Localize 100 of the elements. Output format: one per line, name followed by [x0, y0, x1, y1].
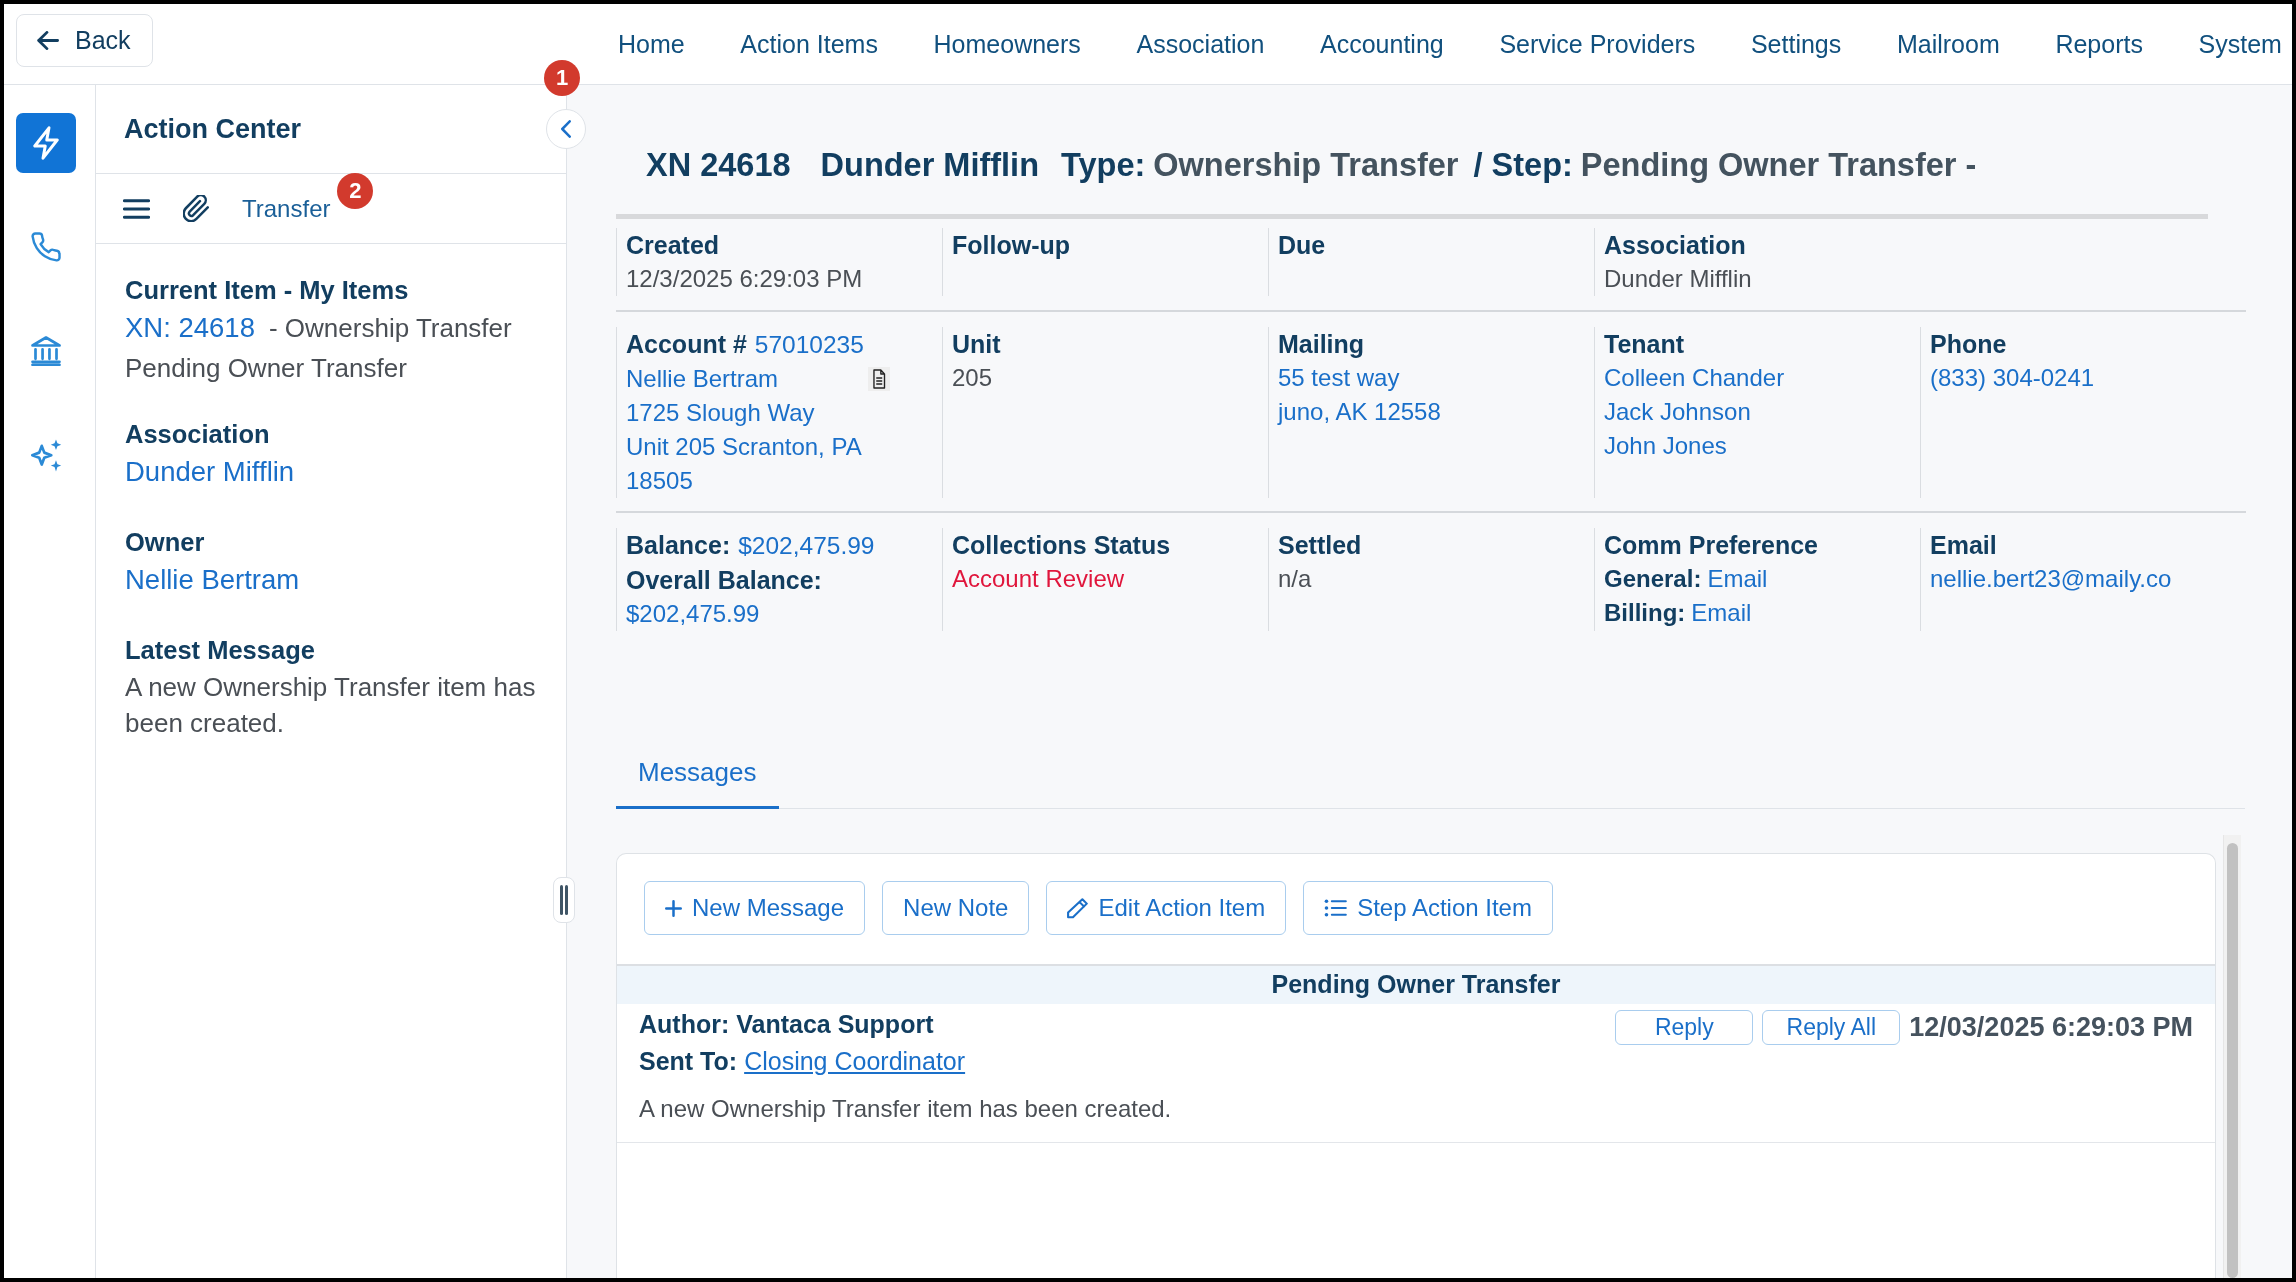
field-label: Email — [1930, 530, 1998, 561]
action-button[interactable]: New Message — [644, 881, 866, 935]
resize-handle[interactable] — [553, 877, 575, 923]
recipient-label: Sent To: — [639, 1047, 738, 1075]
field-label: Settled — [1278, 530, 1363, 561]
reply-button[interactable]: Reply All — [1762, 1009, 1901, 1045]
field-label: Created — [626, 230, 721, 261]
action-button[interactable]: New Note — [882, 881, 1030, 935]
item-number: XN 24618 — [646, 146, 791, 184]
menu-icon — [123, 198, 150, 219]
section-heading: Association — [125, 419, 271, 450]
field-link[interactable]: 18505 — [626, 464, 693, 498]
field-link[interactable]: Email — [1691, 596, 1752, 630]
field-label: Comm Preference — [1604, 530, 1819, 561]
field-label: Mailing — [1278, 329, 1366, 360]
field-link[interactable]: (833) 304-0241 — [1930, 361, 2095, 395]
field-link[interactable]: 1725 Slough Way — [626, 396, 815, 430]
paperclip-icon — [183, 195, 209, 222]
nav-link[interactable]: Homeowners — [933, 29, 1081, 59]
field-label: Unit — [952, 329, 1002, 360]
nav-link[interactable]: Mailroom — [1896, 29, 2000, 59]
field-link[interactable]: Jack Johnson — [1604, 395, 1751, 429]
field-link[interactable]: $202,475.99 — [626, 597, 760, 631]
nav-link[interactable]: Action Items — [740, 29, 878, 59]
field-label: Follow-up — [952, 230, 1072, 261]
back-button[interactable]: Back — [16, 14, 153, 67]
panel-title: Action Center — [124, 112, 302, 146]
status-text: Account Review — [952, 564, 1125, 594]
field-link[interactable]: 57010235 — [754, 331, 864, 358]
message-author: Author: Vantaca Support — [639, 1009, 935, 1040]
nav-link[interactable]: Service Providers — [1499, 29, 1696, 59]
section-heading: Current Item - My Items — [125, 275, 410, 306]
field-label: Collections Status — [952, 530, 1172, 561]
field-value: Dunder Mifflin — [1604, 264, 1752, 294]
section-heading: Latest Message — [125, 635, 316, 666]
field-value: 12/3/2025 6:29:03 PM — [626, 264, 863, 294]
list-icon — [1324, 899, 1348, 917]
section-text: A new Ownership Transfer item has been created. — [125, 671, 537, 740]
nav-link[interactable]: Reports — [2055, 29, 2143, 59]
field-label: General: — [1604, 564, 1702, 594]
field-link[interactable]: John Jones — [1604, 429, 1727, 463]
sidebar-nav-button[interactable] — [16, 113, 76, 173]
reply-button[interactable]: Reply — [1615, 1009, 1754, 1045]
menu-button[interactable] — [123, 198, 150, 219]
item-link[interactable]: XN: 24618 — [125, 312, 255, 343]
field-label: Phone — [1930, 329, 2008, 360]
item-type-text: - Ownership Transfer — [268, 313, 512, 343]
field-label: Overall Balance: — [626, 565, 822, 596]
nav-link[interactable]: Association — [1136, 29, 1265, 59]
type-label: Type: — [1061, 146, 1146, 184]
arrow-left-icon — [37, 31, 59, 50]
field-link[interactable]: Nellie Bertram — [626, 362, 779, 396]
recipient-link[interactable]: Closing Coordinator — [744, 1047, 966, 1075]
association-name: Dunder Mifflin — [820, 146, 1039, 184]
action-button[interactable]: Step Action Item — [1303, 881, 1553, 935]
nav-link[interactable]: Settings — [1750, 29, 1842, 59]
action-button[interactable]: Edit Action Item — [1046, 881, 1287, 935]
chevron-left-icon — [561, 120, 571, 138]
document-icon — [868, 367, 890, 391]
transfer-tab[interactable]: Transfer — [242, 193, 331, 223]
field-label: Association — [1604, 230, 1747, 261]
step-value: Pending Owner Transfer - — [1580, 146, 1977, 184]
field-label: Tenant — [1604, 329, 1686, 360]
field-link[interactable]: Unit 205 Scranton, PA — [626, 430, 862, 464]
field-link[interactable]: juno, AK 12558 — [1278, 395, 1441, 429]
section-heading: Owner — [125, 527, 206, 558]
nav-link[interactable]: Home — [618, 29, 685, 59]
nav-link[interactable]: System — [2198, 29, 2282, 59]
item-link[interactable]: Dunder Mifflin — [125, 456, 295, 487]
step-number-badge: 2 — [337, 172, 374, 209]
sparkles-icon — [30, 438, 62, 472]
nav-link[interactable]: Accounting — [1320, 29, 1444, 59]
field-link[interactable]: Colleen Chander — [1604, 361, 1785, 395]
field-label: Account # — [626, 330, 747, 358]
pencil-icon — [1067, 897, 1089, 919]
field-value: 205 — [952, 363, 993, 393]
field-value: n/a — [1278, 564, 1312, 594]
plus-icon — [665, 899, 682, 917]
collapse-button[interactable] — [546, 109, 586, 149]
lightning-icon — [33, 126, 59, 160]
field-link[interactable]: $202,475.99 — [738, 532, 875, 559]
item-link[interactable]: Nellie Bertram — [125, 564, 300, 595]
step-label: / Step: — [1473, 146, 1573, 184]
message-subject: Pending Owner Transfer — [1271, 969, 1561, 1001]
attachment-button[interactable] — [183, 195, 209, 222]
message-body: A new Ownership Transfer item has been created. — [639, 1094, 1173, 1124]
field-label: Due — [1278, 230, 1327, 261]
scrollbar-thumb[interactable] — [2227, 843, 2238, 1278]
grip-bars-icon — [559, 885, 569, 915]
field-link[interactable]: Email — [1707, 562, 1768, 596]
message-date: 12/03/2025 6:29:03 PM — [1909, 1011, 2193, 1044]
field-label: Billing: — [1604, 598, 1686, 628]
messages-tab[interactable]: Messages — [616, 741, 779, 809]
field-link[interactable]: nellie.bert23@maily.co — [1930, 562, 2172, 596]
section-text: Pending Owner Transfer — [125, 352, 408, 385]
field-label: Balance: — [626, 531, 731, 559]
bank-building-icon — [31, 336, 61, 366]
type-value: Ownership Transfer — [1153, 146, 1459, 184]
field-link[interactable]: 55 test way — [1278, 361, 1400, 395]
phone-icon — [31, 232, 61, 262]
